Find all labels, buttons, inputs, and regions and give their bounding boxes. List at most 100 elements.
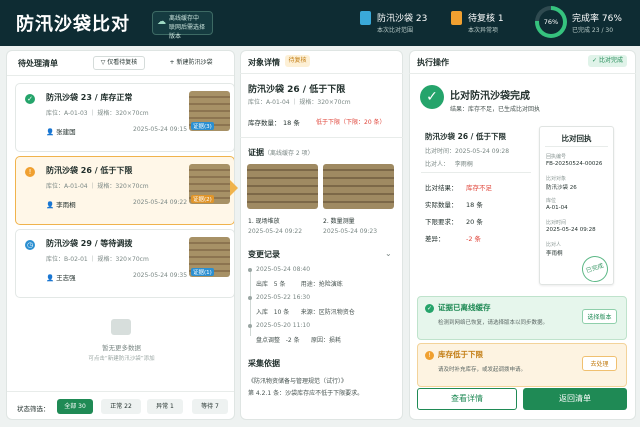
chip-all-count: 30 [78, 403, 86, 410]
list-item-title: 防汛沙袋 29 / 等待调拨 [46, 239, 133, 248]
app-header: 防汛沙袋比对 ☁ 离线缓存中 联网后需选择版本 防汛沙袋 23 本次比对范围 待… [0, 0, 640, 46]
list-item-time: 2025-05-24 09:22 [133, 199, 188, 206]
completed-stamp: 已完成 [578, 252, 612, 286]
detail-panel-title: 对象详情 [248, 58, 280, 67]
list-item-user-name: 王志强 [56, 274, 76, 282]
go-handle-button[interactable]: 去处理 [582, 356, 617, 371]
basis-line-1: 《防汛物资储备与管理规范（试行）》 [248, 378, 348, 385]
result-value: 库存不足 [466, 184, 492, 192]
filter-review-button[interactable]: ▽ 仅看待复核 [93, 56, 145, 70]
result-key: 比对结果： [425, 184, 458, 192]
receipt-value: FB-20250524-00026 [546, 161, 603, 167]
back-to-list-button[interactable]: 返回清单 [523, 388, 627, 410]
diff-value: -2 条 [466, 235, 482, 243]
hourglass-icon [451, 11, 462, 25]
evidence-title: 证据 [248, 148, 264, 157]
chip-all[interactable]: 全部 30 [57, 399, 93, 414]
selection-pointer [230, 180, 238, 196]
record-time: 比对时间：2025-05-24 09:28 [425, 148, 510, 155]
page-title: 防汛沙袋比对 [16, 14, 130, 35]
record-title: 防汛沙袋 26 / 低于下限 [425, 132, 507, 141]
sandbag-thumbnail[interactable]: 证据(1) [189, 237, 230, 277]
stock-warning: 低于下限（下限：20 条） [316, 119, 386, 126]
actual-key: 实际数量： [425, 201, 458, 209]
change-line: 出库 5 条 用途：抢险演练 [256, 281, 343, 288]
pending-list-title: 待处理清单 [18, 59, 58, 68]
change-time-text: 2025-05-24 08:40 [256, 266, 311, 273]
completion-stat-value: 完成率 76% [572, 14, 622, 24]
receipt-key: 比对时间 [546, 220, 567, 226]
list-item-user: 👤 张建国 [46, 126, 76, 136]
list-item-meta: 库位：A-01-04 ｜ 规格：320×70cm [46, 183, 149, 190]
list-item-user: 👤 李雨桐 [46, 199, 76, 209]
stock-label: 库存数量： [248, 119, 281, 127]
offline-status-badge[interactable]: ☁ 离线缓存中 联网后需选择版本 [152, 11, 213, 40]
sandbag-thumbnail[interactable]: 证据(3) [189, 91, 230, 131]
list-item-title: 防汛沙袋 26 / 低于下限 [46, 166, 133, 175]
review-stat-value: 待复核 1 [468, 14, 504, 24]
review-badge: 待复核 [285, 55, 310, 67]
list-item[interactable]: ◷ 防汛沙袋 29 / 等待调拨 库位：B-02-01 ｜ 规格：320×70c… [15, 229, 234, 298]
basis-line-2: 第 4.2.1 条：沙袋库存应不低于下限要求。 [248, 390, 364, 397]
basis-title: 采集依据 [248, 359, 280, 368]
receipt-key: 比对人 [546, 242, 562, 248]
chip-normal[interactable]: 正常 22 [101, 399, 141, 414]
stock-value: 18 条 [283, 119, 300, 127]
photo-1-time: 2025-05-24 09:22 [248, 228, 303, 235]
chevron-down-icon[interactable]: ⌄ [385, 249, 392, 258]
chip-normal-count: 22 [124, 403, 132, 410]
evidence-subtitle: （离线缓存 2 项） [264, 150, 314, 157]
list-item-meta: 库位：B-02-01 ｜ 规格：320×70cm [46, 256, 149, 263]
list-item-selected[interactable]: ! 防汛沙袋 26 / 低于下限 库位：A-01-04 ｜ 规格：320×70c… [15, 156, 234, 225]
alert-description: 检测到网络已恢复，请选择版本以同步数据。 [438, 320, 549, 326]
receipt-key: 库位 [546, 198, 557, 204]
empty-box-icon [111, 319, 131, 335]
low-stock-alert: ! 库存低于下限 请及时补充库存，或发起调拨申请。 去处理 [417, 343, 627, 387]
list-item-user-name: 李雨桐 [56, 201, 76, 209]
status-filter-label: 状态筛选： [17, 405, 50, 413]
limit-value: 20 条 [466, 218, 483, 226]
evidence-tag: 证据(1) [191, 268, 214, 276]
warning-circle-icon: ! [25, 167, 35, 177]
chip-all-label: 全部 [64, 403, 77, 410]
filter-review-label: 仅看待复核 [107, 59, 138, 66]
change-time: 2025-05-24 08:40 [248, 266, 311, 273]
check-circle-icon: ✓ [25, 94, 35, 104]
chip-waiting-count: 7 [215, 403, 219, 410]
photo-1-caption: 1. 现场堆放 [248, 218, 280, 225]
receipt-card[interactable]: 比对回执 回执编号 FB-20250524-00026 比对对象 防汛沙袋 26… [539, 126, 614, 286]
offline-line1: 离线缓存中 [169, 15, 200, 22]
done-subtitle: 结果：库存不足，已生成比对回执 [450, 106, 541, 113]
list-item[interactable]: ✓ 防汛沙袋 23 / 库存正常 库位：A-01-03 ｜ 规格：320×70c… [15, 83, 234, 152]
change-line: 盘点调整 -2 条 原因：损耗 [256, 337, 342, 344]
new-sandbag-button[interactable]: + 新建防汛沙袋 [157, 56, 225, 70]
view-details-button[interactable]: 查看详情 [417, 388, 517, 410]
object-meta: 库位：A-01-04 ｜ 规格：320×70cm [248, 99, 351, 106]
chip-waiting-label: 等待 [201, 403, 214, 410]
chip-waiting[interactable]: 等待 7 [192, 399, 228, 414]
changes-title: 变更记录 [248, 250, 280, 259]
offline-line2: 联网后需选择版本 [169, 24, 206, 40]
evidence-photo-2[interactable] [323, 164, 394, 209]
select-version-button[interactable]: 选择版本 [582, 309, 617, 324]
chip-abnormal[interactable]: 异常 1 [147, 399, 183, 414]
evidence-photo-1[interactable] [247, 164, 318, 209]
receipt-key: 比对对象 [546, 176, 567, 182]
receipt-value: 2025-05-24 09:28 [546, 227, 596, 233]
cloud-icon: ☁ [157, 17, 166, 27]
change-time: 2025-05-20 11:10 [248, 322, 311, 329]
change-time-text: 2025-05-20 11:10 [256, 322, 311, 329]
change-time: 2025-05-22 16:30 [248, 294, 311, 301]
chip-abnormal-count: 1 [170, 403, 174, 410]
sandbag-thumbnail[interactable]: 证据(2) [189, 164, 230, 204]
diff-key: 差异： [425, 235, 445, 243]
alert-description: 请及时补充库存，或发起调拨申请。 [438, 367, 527, 373]
offline-cache-alert: ✓ 证据已离线缓存 检测到网络已恢复，请选择版本以同步数据。 选择版本 [417, 296, 627, 340]
change-time-text: 2025-05-22 16:30 [256, 294, 311, 301]
warning-circle-icon: ! [425, 351, 434, 360]
evidence-tag: 证据(3) [191, 122, 214, 130]
completion-stat-label: 已完成 23 / 30 [572, 27, 614, 34]
completion-ring-value: 76% [539, 10, 563, 34]
list-item-time: 2025-05-24 09:15 [133, 126, 188, 133]
user-icon: 👤 [46, 274, 57, 282]
